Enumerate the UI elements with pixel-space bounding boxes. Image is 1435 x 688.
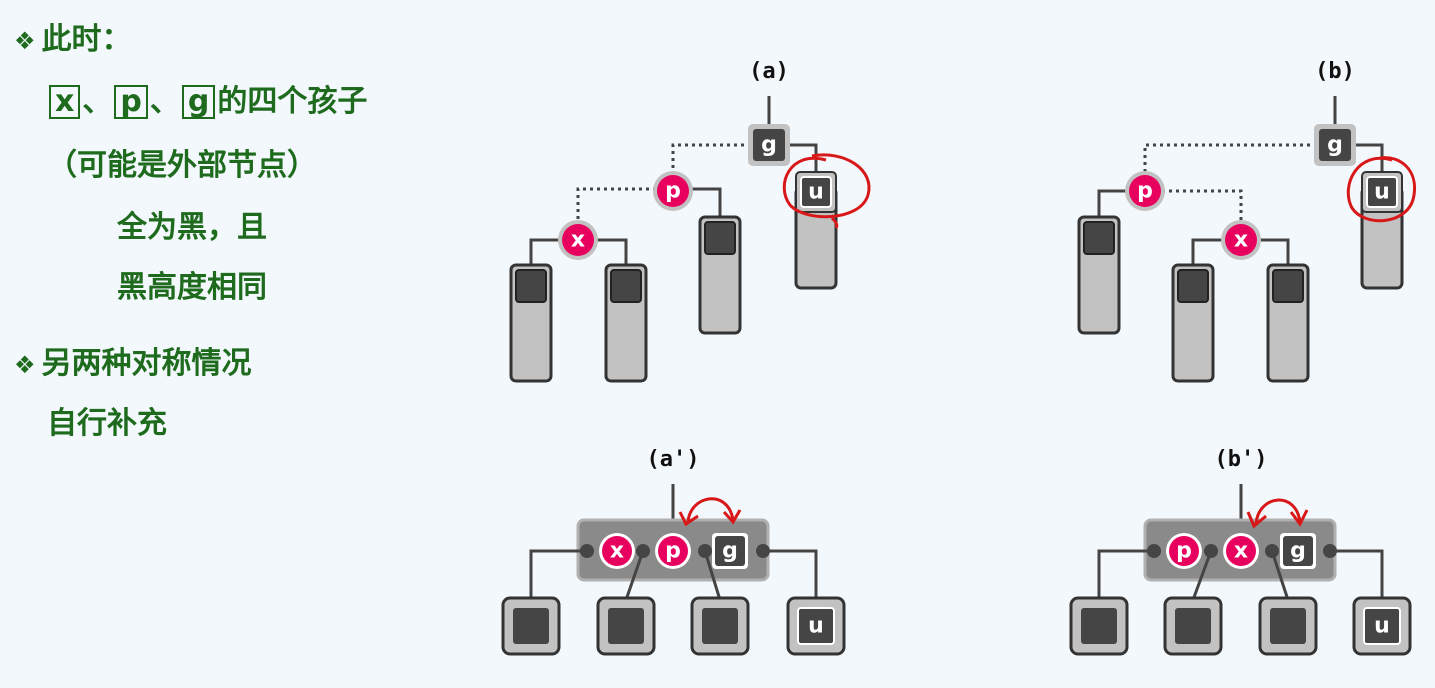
label-a-prime: (a') [647, 447, 700, 472]
label-b-prime: (b') [1215, 447, 1268, 472]
diagram-b-prime: (b') p x g u [1069, 447, 1412, 656]
label-a: (a) [749, 59, 789, 84]
ext-b-prime-1 [1069, 596, 1129, 656]
ext-a-prime-2 [596, 596, 656, 656]
p-text: p [1176, 539, 1192, 564]
u-text: u [1374, 180, 1390, 205]
x-text: x [1234, 539, 1248, 564]
node-u-a-prime: u [786, 596, 846, 656]
x-text: x [610, 539, 624, 564]
diagram-b: (b) u g p x [1077, 59, 1417, 383]
node-p-a: p [653, 171, 693, 211]
g-text: g [1327, 133, 1343, 158]
subtree-p-right [698, 215, 742, 335]
x-text: x [1234, 228, 1248, 253]
node-g-a-prime: g [712, 533, 748, 569]
node-x-b: x [1221, 220, 1261, 260]
subtree-p-left [1077, 215, 1121, 335]
g-text: g [722, 539, 738, 564]
p-text: p [665, 179, 681, 204]
p-text: p [665, 539, 681, 564]
g-text: g [1290, 539, 1306, 564]
node-g-b: g [1314, 124, 1356, 166]
node-x-b-prime: x [1223, 533, 1259, 569]
node-u-b: u [1361, 171, 1403, 213]
node-g-a: g [748, 124, 790, 166]
u-text: u [808, 614, 824, 639]
p-text: p [1137, 179, 1153, 204]
subtree-x-left [509, 263, 553, 383]
ext-b-prime-2 [1163, 596, 1223, 656]
g-text: g [761, 133, 777, 158]
node-x-a: x [558, 220, 598, 260]
u-text: u [1374, 614, 1390, 639]
label-b: (b) [1315, 59, 1355, 84]
diagram-a-prime: (a') x p g u [501, 447, 846, 656]
ext-a-prime-3 [690, 596, 750, 656]
node-x-a-prime: x [599, 533, 635, 569]
x-text: x [571, 228, 585, 253]
node-p-a-prime: p [655, 533, 691, 569]
ext-a-prime-1 [501, 596, 561, 656]
diagram-a: (a) u g p x [509, 59, 871, 383]
node-p-b: p [1125, 171, 1165, 211]
rb-tree-diagrams: (a) u g p x (b) u g p x (a') x p g u (b'… [501, 59, 1417, 656]
subtree-x-right [604, 263, 648, 383]
ext-b-prime-3 [1258, 596, 1318, 656]
node-g-b-prime: g [1280, 533, 1316, 569]
node-u-b-prime: u [1352, 596, 1412, 656]
subtree-x-right-b [1266, 263, 1310, 383]
node-u-a: u [795, 171, 837, 213]
subtree-x-left-b [1171, 263, 1215, 383]
u-text: u [808, 180, 824, 205]
node-p-b-prime: p [1166, 533, 1202, 569]
